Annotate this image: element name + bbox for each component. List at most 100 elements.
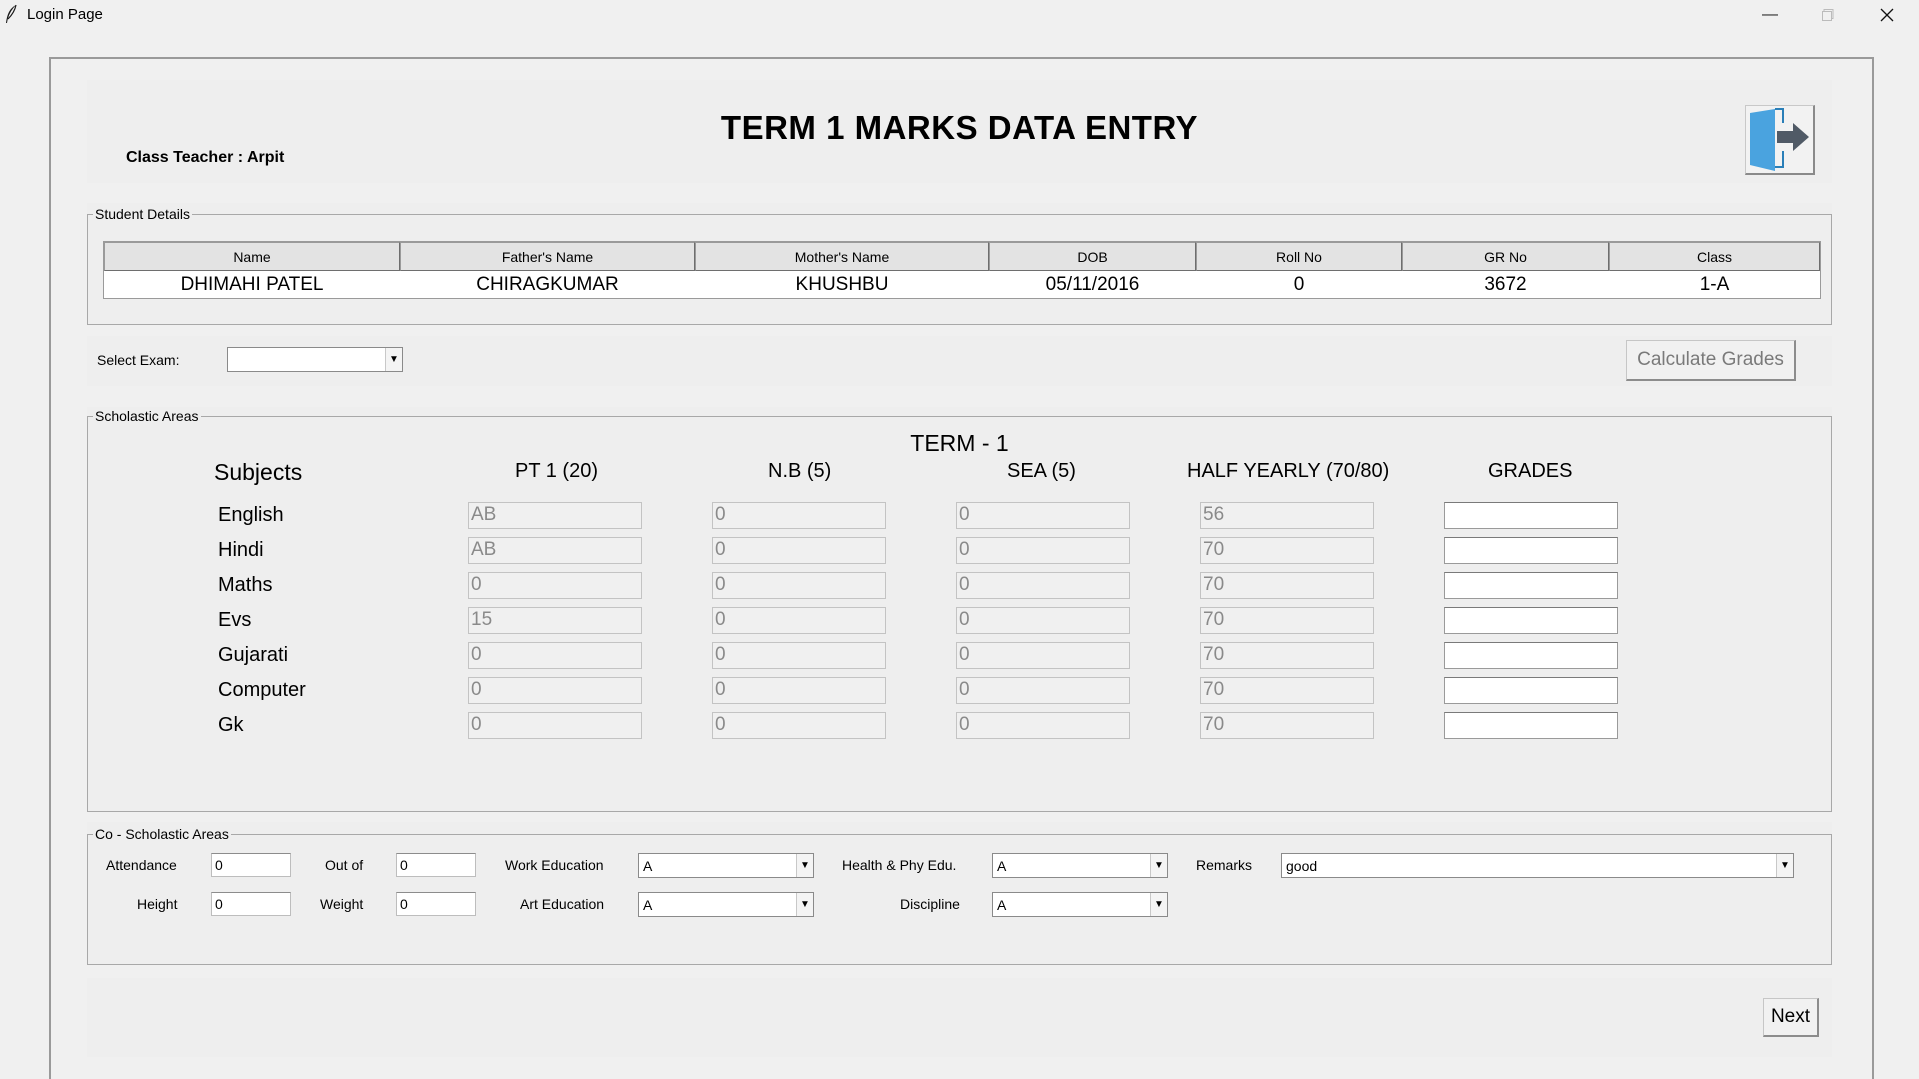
remarks-label: Remarks <box>1196 857 1253 873</box>
height-field[interactable]: 0 <box>211 892 291 916</box>
half-yearly-header: HALF YEARLY (70/80) <box>1187 460 1390 482</box>
remarks-value: good <box>1286 857 1318 874</box>
grade-field[interactable] <box>1444 712 1618 739</box>
cell-dob: 05/11/2016 <box>1045 273 1140 295</box>
next-button[interactable]: Next <box>1763 998 1819 1037</box>
grade-field[interactable] <box>1444 677 1618 704</box>
pt1-field[interactable]: AB <box>468 502 642 529</box>
discipline-value: A <box>997 896 1007 913</box>
nb-field[interactable]: 0 <box>712 572 886 599</box>
scholastic-label: Scholastic Areas <box>93 408 201 424</box>
calculate-grades-button[interactable]: Calculate Grades <box>1626 340 1796 381</box>
logout-door-icon <box>1750 108 1809 171</box>
class-teacher-label: Class Teacher : Arpit <box>126 149 285 166</box>
half-yearly-field[interactable]: 70 <box>1200 712 1374 739</box>
cell-name: DHIMAHI PATEL <box>180 273 324 295</box>
sea-field[interactable]: 0 <box>956 677 1130 704</box>
student-details-table: Name Father's Name Mother's Name DOB Rol… <box>103 241 1821 299</box>
chevron-down-icon[interactable]: ▼ <box>1776 854 1793 877</box>
exam-select[interactable]: ▼ <box>227 347 403 372</box>
subject-maths: Maths <box>218 574 273 596</box>
nb-field[interactable]: 0 <box>712 712 886 739</box>
remarks-select[interactable]: good ▼ <box>1281 853 1794 878</box>
nb-field[interactable]: 0 <box>712 502 886 529</box>
half-yearly-field[interactable]: 70 <box>1200 572 1374 599</box>
pt1-field[interactable]: 0 <box>468 572 642 599</box>
half-yearly-field[interactable]: 70 <box>1200 642 1374 669</box>
pt1-field[interactable]: 15 <box>468 607 642 634</box>
art-education-select[interactable]: A ▼ <box>638 892 814 917</box>
subject-evs: Evs <box>218 609 252 631</box>
chevron-down-icon[interactable]: ▼ <box>385 348 402 371</box>
discipline-label: Discipline <box>900 896 960 912</box>
art-education-label: Art Education <box>520 896 605 912</box>
subjects-header: Subjects <box>214 459 303 485</box>
pt1-field[interactable]: 0 <box>468 712 642 739</box>
close-button[interactable] <box>1858 0 1916 29</box>
out-of-field[interactable]: 0 <box>396 853 476 877</box>
co-scholastic-label: Co - Scholastic Areas <box>93 826 231 842</box>
grade-field[interactable] <box>1444 607 1618 634</box>
pt1-field[interactable]: AB <box>468 537 642 564</box>
half-yearly-field[interactable]: 70 <box>1200 537 1374 564</box>
table-row[interactable]: DHIMAHI PATEL CHIRAGKUMAR KHUSHBU 05/11/… <box>104 271 1820 298</box>
subject-gk: Gk <box>218 714 244 736</box>
column-header-roll[interactable]: Roll No <box>1196 242 1402 271</box>
chevron-down-icon[interactable]: ▼ <box>1150 854 1167 877</box>
sea-field[interactable]: 0 <box>956 502 1130 529</box>
sea-field[interactable]: 0 <box>956 712 1130 739</box>
half-yearly-field[interactable]: 56 <box>1200 502 1374 529</box>
health-phy-edu-value: A <box>997 857 1007 874</box>
height-label: Height <box>137 896 178 912</box>
health-phy-edu-select[interactable]: A ▼ <box>992 853 1168 878</box>
attendance-field[interactable]: 0 <box>211 853 291 877</box>
cell-roll-no: 0 <box>1293 273 1305 295</box>
grade-field[interactable] <box>1444 642 1618 669</box>
chevron-down-icon[interactable]: ▼ <box>796 893 813 916</box>
maximize-button[interactable] <box>1799 0 1857 29</box>
minimize-button[interactable]: — <box>1741 0 1799 29</box>
nb-field[interactable]: 0 <box>712 537 886 564</box>
weight-field[interactable]: 0 <box>396 892 476 916</box>
grades-header: GRADES <box>1488 460 1573 482</box>
sea-header: SEA (5) <box>1007 460 1076 482</box>
student-details-panel: Student Details Name Father's Name Mothe… <box>87 203 1832 325</box>
column-header-class[interactable]: Class <box>1609 242 1820 271</box>
sea-field[interactable]: 0 <box>956 537 1130 564</box>
cell-class: 1-A <box>1699 273 1730 295</box>
nb-field[interactable]: 0 <box>712 607 886 634</box>
sea-field[interactable]: 0 <box>956 572 1130 599</box>
subject-computer: Computer <box>218 679 306 701</box>
exit-button[interactable] <box>1745 105 1815 175</box>
column-header-father[interactable]: Father's Name <box>400 242 695 271</box>
grade-field[interactable] <box>1444 572 1618 599</box>
column-header-dob[interactable]: DOB <box>989 242 1196 271</box>
sea-field[interactable]: 0 <box>956 642 1130 669</box>
column-header-name[interactable]: Name <box>104 242 400 271</box>
nb-field[interactable]: 0 <box>712 642 886 669</box>
column-header-mother[interactable]: Mother's Name <box>695 242 989 271</box>
grade-field[interactable] <box>1444 502 1618 529</box>
grade-field[interactable] <box>1444 537 1618 564</box>
exam-bar: Select Exam: ▼ Calculate Grades <box>87 336 1832 386</box>
student-details-label: Student Details <box>93 206 192 222</box>
nb-field[interactable]: 0 <box>712 677 886 704</box>
close-icon <box>1880 8 1894 21</box>
subject-hindi: Hindi <box>218 539 264 561</box>
work-education-select[interactable]: A ▼ <box>638 853 814 878</box>
sea-field[interactable]: 0 <box>956 607 1130 634</box>
footer-panel: Next <box>87 978 1832 1057</box>
half-yearly-field[interactable]: 70 <box>1200 607 1374 634</box>
discipline-select[interactable]: A ▼ <box>992 892 1168 917</box>
table-header-row: Name Father's Name Mother's Name DOB Rol… <box>104 242 1820 271</box>
pt1-field[interactable]: 0 <box>468 677 642 704</box>
pt1-field[interactable]: 0 <box>468 642 642 669</box>
art-education-value: A <box>643 896 653 913</box>
chevron-down-icon[interactable]: ▼ <box>1150 893 1167 916</box>
page-title: TERM 1 MARKS DATA ENTRY <box>720 109 1199 146</box>
header-panel: TERM 1 MARKS DATA ENTRY Class Teacher : … <box>87 80 1832 183</box>
column-header-gr[interactable]: GR No <box>1402 242 1609 271</box>
work-education-value: A <box>643 857 653 874</box>
chevron-down-icon[interactable]: ▼ <box>796 854 813 877</box>
half-yearly-field[interactable]: 70 <box>1200 677 1374 704</box>
